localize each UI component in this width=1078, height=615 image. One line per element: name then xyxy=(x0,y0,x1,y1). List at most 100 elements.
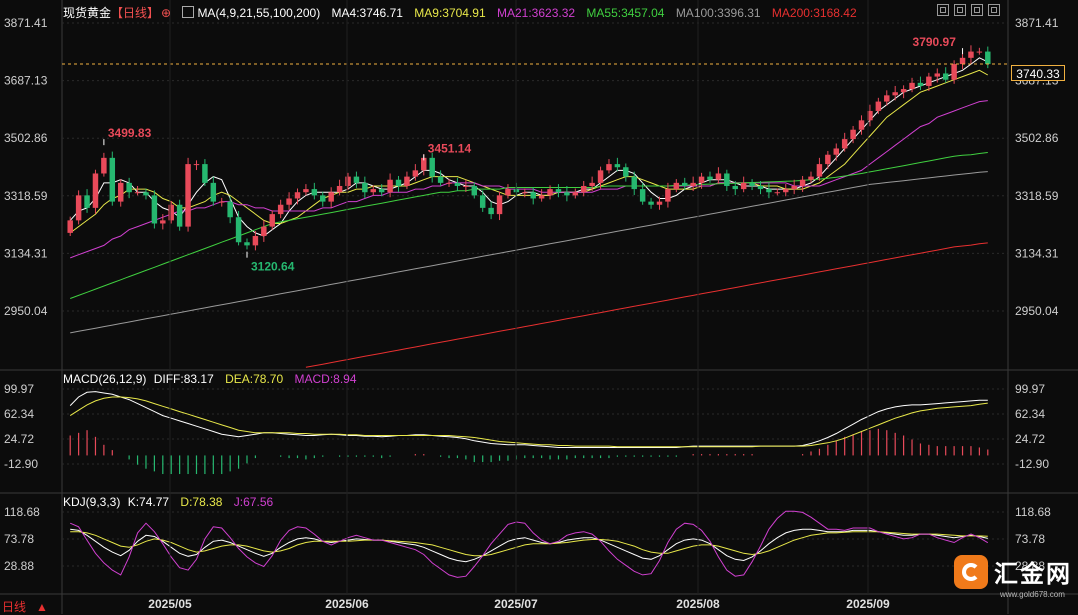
candle-body xyxy=(294,192,301,199)
candle-body xyxy=(808,176,814,180)
candle-body xyxy=(884,95,890,102)
ma-line-ma200 xyxy=(305,242,988,368)
candle-body xyxy=(564,192,570,196)
macd-params[interactable]: MACD(26,12,9) xyxy=(63,372,146,386)
list-view-icon[interactable] xyxy=(971,4,983,16)
candle-body xyxy=(749,182,755,186)
candle-body xyxy=(909,82,915,90)
candle-body xyxy=(235,217,242,243)
ma-line-ma21 xyxy=(70,100,988,259)
candle-body xyxy=(437,176,444,183)
candle-body xyxy=(429,157,435,177)
candle-body xyxy=(959,57,966,65)
candle-body xyxy=(673,182,680,190)
candle-body xyxy=(160,220,166,224)
candle-body xyxy=(269,214,275,227)
brand-logo: 汇金网 xyxy=(954,554,1072,589)
kdj-params[interactable]: KDJ(9,3,3) xyxy=(63,495,120,509)
x-axis-month-label: 2025/06 xyxy=(325,597,369,611)
kdj-d-value: D:78.38 xyxy=(180,495,223,509)
logo-url: www.gold678.com xyxy=(1000,590,1065,599)
macd-hist-value: MACD:8.94 xyxy=(294,372,357,386)
candle-body xyxy=(766,189,772,193)
kdj-panel-header: KDJ(9,3,3) K:74.77 D:78.38 J:67.56 xyxy=(63,495,281,509)
candle-body xyxy=(151,195,158,224)
kdj-tick-left: 28.88 xyxy=(4,559,34,573)
price-annotation: 3451.14 xyxy=(428,141,472,155)
candle-body xyxy=(505,189,511,196)
candle-body xyxy=(665,189,671,202)
candle-body xyxy=(67,220,73,233)
maximize-icon[interactable] xyxy=(988,4,1000,16)
price-panel-header: 现货黄金【日线】 ⊕ MA(4,9,21,55,100,200) MA4:3746… xyxy=(63,4,865,21)
price-tick-right: 3134.31 xyxy=(1015,246,1059,260)
candle-body xyxy=(934,73,941,77)
candle-body xyxy=(446,182,452,184)
candle-body xyxy=(597,170,604,183)
candle-body xyxy=(202,164,208,183)
x-axis-month-label: 2025/05 xyxy=(148,597,192,611)
logo-text: 汇金网 xyxy=(994,561,1072,588)
candle-body xyxy=(715,173,722,180)
candle-body xyxy=(816,164,823,177)
candle-body xyxy=(968,51,974,58)
candle-body xyxy=(227,201,233,218)
grid-view-icon[interactable] xyxy=(937,4,949,16)
ma-icon[interactable] xyxy=(182,6,195,18)
ma55-value: MA55:3457.04 xyxy=(586,6,665,20)
candle-body xyxy=(185,164,191,227)
candle-body xyxy=(277,204,284,215)
candle-body xyxy=(412,170,419,177)
price-annotation: 3120.64 xyxy=(251,260,295,274)
candle-body xyxy=(522,192,528,194)
candle-body xyxy=(614,164,621,168)
macd-tick-right: 62.34 xyxy=(1015,407,1045,421)
candle-body xyxy=(841,139,848,149)
logo-icon xyxy=(954,554,988,589)
candle-body xyxy=(799,179,806,186)
settings-icon[interactable]: ⊕ xyxy=(161,6,171,20)
ma200-value: MA200:3168.42 xyxy=(771,6,857,20)
price-tick-right: 3871.41 xyxy=(1015,16,1059,30)
candle-body xyxy=(126,182,132,193)
candle-body xyxy=(985,51,991,65)
instrument-title[interactable]: 现货黄金 xyxy=(63,6,111,20)
candle-body xyxy=(134,192,141,194)
period-label[interactable]: 【日线】 xyxy=(111,6,159,20)
candle-body xyxy=(362,182,368,193)
candle-body xyxy=(370,189,376,193)
candle-body xyxy=(471,185,478,196)
candle-body xyxy=(387,179,393,193)
macd-tick-left: 24.72 xyxy=(4,432,34,446)
kdj-k-value: K:74.77 xyxy=(127,495,170,509)
candle-body xyxy=(92,173,99,208)
window-toolbar xyxy=(937,4,1000,16)
macd-tick-left: 62.34 xyxy=(4,407,34,421)
candle-body xyxy=(623,167,629,177)
macd-tick-left: -12.90 xyxy=(4,457,38,471)
candle-body xyxy=(900,89,907,93)
macd-tick-right: -12.90 xyxy=(1015,457,1049,471)
ma-line-ma9 xyxy=(69,69,989,234)
candle-body xyxy=(926,76,932,86)
layout-icon[interactable] xyxy=(954,4,966,16)
candle-body xyxy=(193,164,200,166)
candle-body xyxy=(336,185,343,193)
candle-body xyxy=(210,182,217,202)
price-tick-left: 3687.13 xyxy=(4,74,48,88)
candle-body xyxy=(555,189,562,193)
candle-body xyxy=(892,92,898,96)
candle-body xyxy=(488,207,494,215)
kdj-j-value: J:67.56 xyxy=(233,495,274,509)
candle-body xyxy=(783,189,789,193)
price-tick-right: 3318.59 xyxy=(1015,189,1059,203)
price-tick-left: 3318.59 xyxy=(4,189,48,203)
candle-body xyxy=(395,179,402,186)
candle-body xyxy=(345,176,351,186)
candle-body xyxy=(858,120,865,130)
ma-params: MA(4,9,21,55,100,200) xyxy=(197,6,321,20)
period-footer-label[interactable]: 日线 ▲ xyxy=(2,598,56,615)
candle-body xyxy=(740,182,747,190)
kdj-tick-right: 118.68 xyxy=(1015,505,1051,519)
candlestick-chart[interactable]: 3871.413871.413687.133687.133502.863502.… xyxy=(0,0,1078,614)
